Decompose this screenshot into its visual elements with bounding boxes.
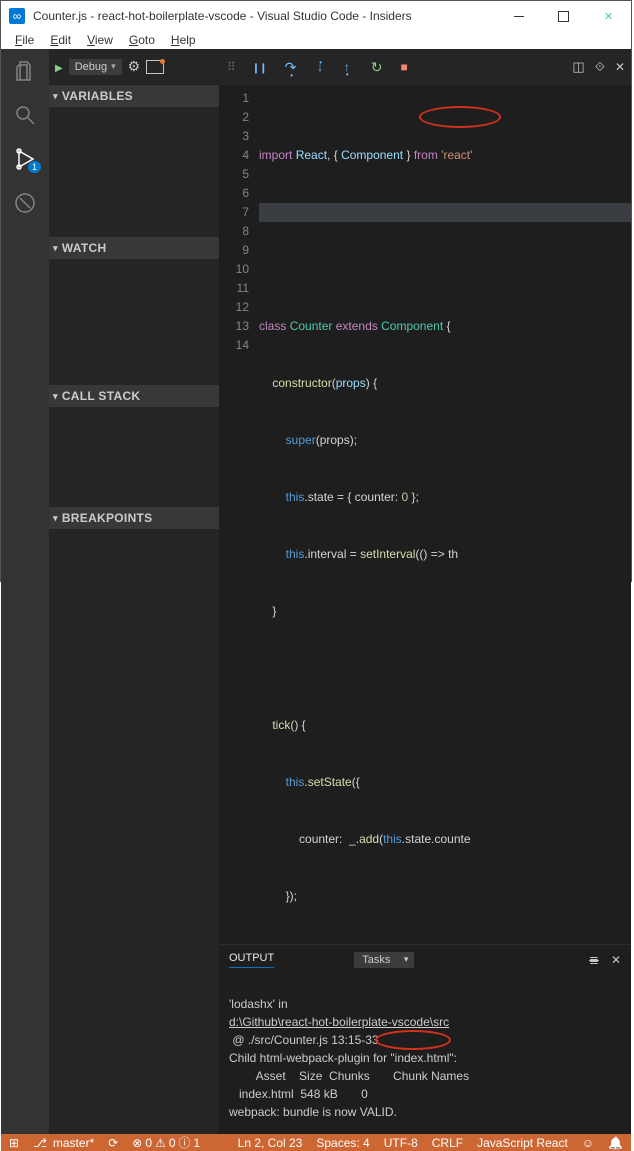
code-editor[interactable]: 1234567891011121314 import React, { Comp… bbox=[219, 85, 631, 944]
git-branch[interactable]: master* bbox=[33, 1136, 94, 1150]
remote-icon[interactable]: ⊞ bbox=[9, 1136, 19, 1150]
problems-status[interactable]: 0 0 ⓘ1 bbox=[132, 1134, 200, 1151]
tasks-select[interactable]: Tasks bbox=[354, 952, 414, 968]
menu-goto[interactable]: Goto bbox=[121, 31, 163, 49]
callstack-section-header[interactable]: CALL STACK bbox=[49, 385, 219, 407]
minimize-button[interactable] bbox=[496, 1, 541, 31]
maximize-button[interactable] bbox=[541, 1, 586, 31]
debug-config-select[interactable]: Debug bbox=[69, 59, 122, 75]
git-sync-icon[interactable] bbox=[108, 1136, 118, 1150]
output-body[interactable]: 'lodashx' in d:\Github\react-hot-boilerp… bbox=[219, 975, 631, 1134]
window-titlebar: Counter.js - react-hot-boilerplate-vscod… bbox=[1, 1, 631, 31]
annotation-circle-1 bbox=[419, 106, 501, 128]
annotation-circle-2 bbox=[375, 1030, 451, 1050]
watch-body bbox=[49, 259, 219, 385]
menu-bar: File Edit View Goto Help bbox=[1, 31, 631, 49]
indent-status[interactable]: Spaces: 4 bbox=[316, 1136, 369, 1150]
panel-close-icon[interactable] bbox=[611, 953, 621, 967]
breakpoints-section-header[interactable]: BREAKPOINTS bbox=[49, 507, 219, 529]
editor-area: 1234567891011121314 import React, { Comp… bbox=[219, 49, 631, 1134]
editor-close-icon[interactable] bbox=[615, 60, 625, 74]
editor-more-icon[interactable] bbox=[595, 59, 605, 75]
eol-status[interactable]: CRLF bbox=[432, 1136, 463, 1150]
search-icon[interactable] bbox=[13, 103, 37, 127]
menu-file[interactable]: File bbox=[7, 31, 42, 49]
pause-button[interactable] bbox=[252, 60, 267, 74]
variables-section-header[interactable]: VARIABLES bbox=[49, 85, 219, 107]
clear-output-icon[interactable] bbox=[589, 953, 599, 967]
debug-settings-button[interactable] bbox=[128, 58, 141, 75]
explorer-icon[interactable] bbox=[13, 59, 37, 83]
debug-icon[interactable]: 1 bbox=[13, 147, 37, 171]
start-debug-button[interactable] bbox=[55, 60, 63, 74]
step-into-button[interactable] bbox=[317, 60, 326, 74]
extensions-icon[interactable] bbox=[13, 191, 37, 215]
encoding-status[interactable]: UTF-8 bbox=[384, 1136, 418, 1150]
line-gutter: 1234567891011121314 bbox=[219, 85, 259, 944]
debug-badge: 1 bbox=[28, 161, 41, 173]
window-title: Counter.js - react-hot-boilerplate-vscod… bbox=[33, 9, 496, 23]
notifications-icon[interactable] bbox=[608, 1136, 623, 1150]
debug-run-bar: Debug bbox=[49, 49, 219, 85]
activity-bar: 1 bbox=[1, 49, 49, 1134]
output-path-link[interactable]: d:\Github\react-hot-boilerplate-vscode\s… bbox=[229, 1015, 449, 1029]
close-window-button[interactable] bbox=[586, 1, 631, 31]
menu-help[interactable]: Help bbox=[163, 31, 204, 49]
feedback-icon[interactable] bbox=[582, 1136, 594, 1150]
restart-button[interactable] bbox=[371, 59, 383, 76]
language-mode[interactable]: JavaScript React bbox=[477, 1136, 568, 1150]
stop-button[interactable] bbox=[400, 60, 407, 74]
cursor-position[interactable]: Ln 2, Col 23 bbox=[238, 1136, 303, 1150]
step-out-button[interactable] bbox=[344, 60, 353, 74]
bottom-panel: OUTPUT Tasks 'lodashx' in d:\Github\reac… bbox=[219, 944, 631, 1134]
callstack-body bbox=[49, 407, 219, 507]
split-editor-icon[interactable] bbox=[572, 59, 584, 75]
step-over-button[interactable] bbox=[285, 59, 300, 76]
code-body[interactable]: import React, { Component } from 'react'… bbox=[259, 85, 631, 944]
toolbar-grip[interactable] bbox=[227, 60, 234, 74]
watch-section-header[interactable]: WATCH bbox=[49, 237, 219, 259]
status-bar: ⊞ master* 0 0 ⓘ1 Ln 2, Col 23 Spaces: 4 … bbox=[1, 1134, 631, 1151]
debug-sidebar: Debug VARIABLES WATCH CALL STACK BREAKPO… bbox=[49, 49, 219, 1134]
debug-toolbar bbox=[219, 49, 631, 85]
menu-edit[interactable]: Edit bbox=[42, 31, 79, 49]
vscode-icon bbox=[9, 8, 25, 24]
output-tab[interactable]: OUTPUT bbox=[229, 952, 274, 968]
variables-body bbox=[49, 107, 219, 237]
debug-console-button[interactable] bbox=[146, 60, 164, 74]
menu-view[interactable]: View bbox=[79, 31, 121, 49]
